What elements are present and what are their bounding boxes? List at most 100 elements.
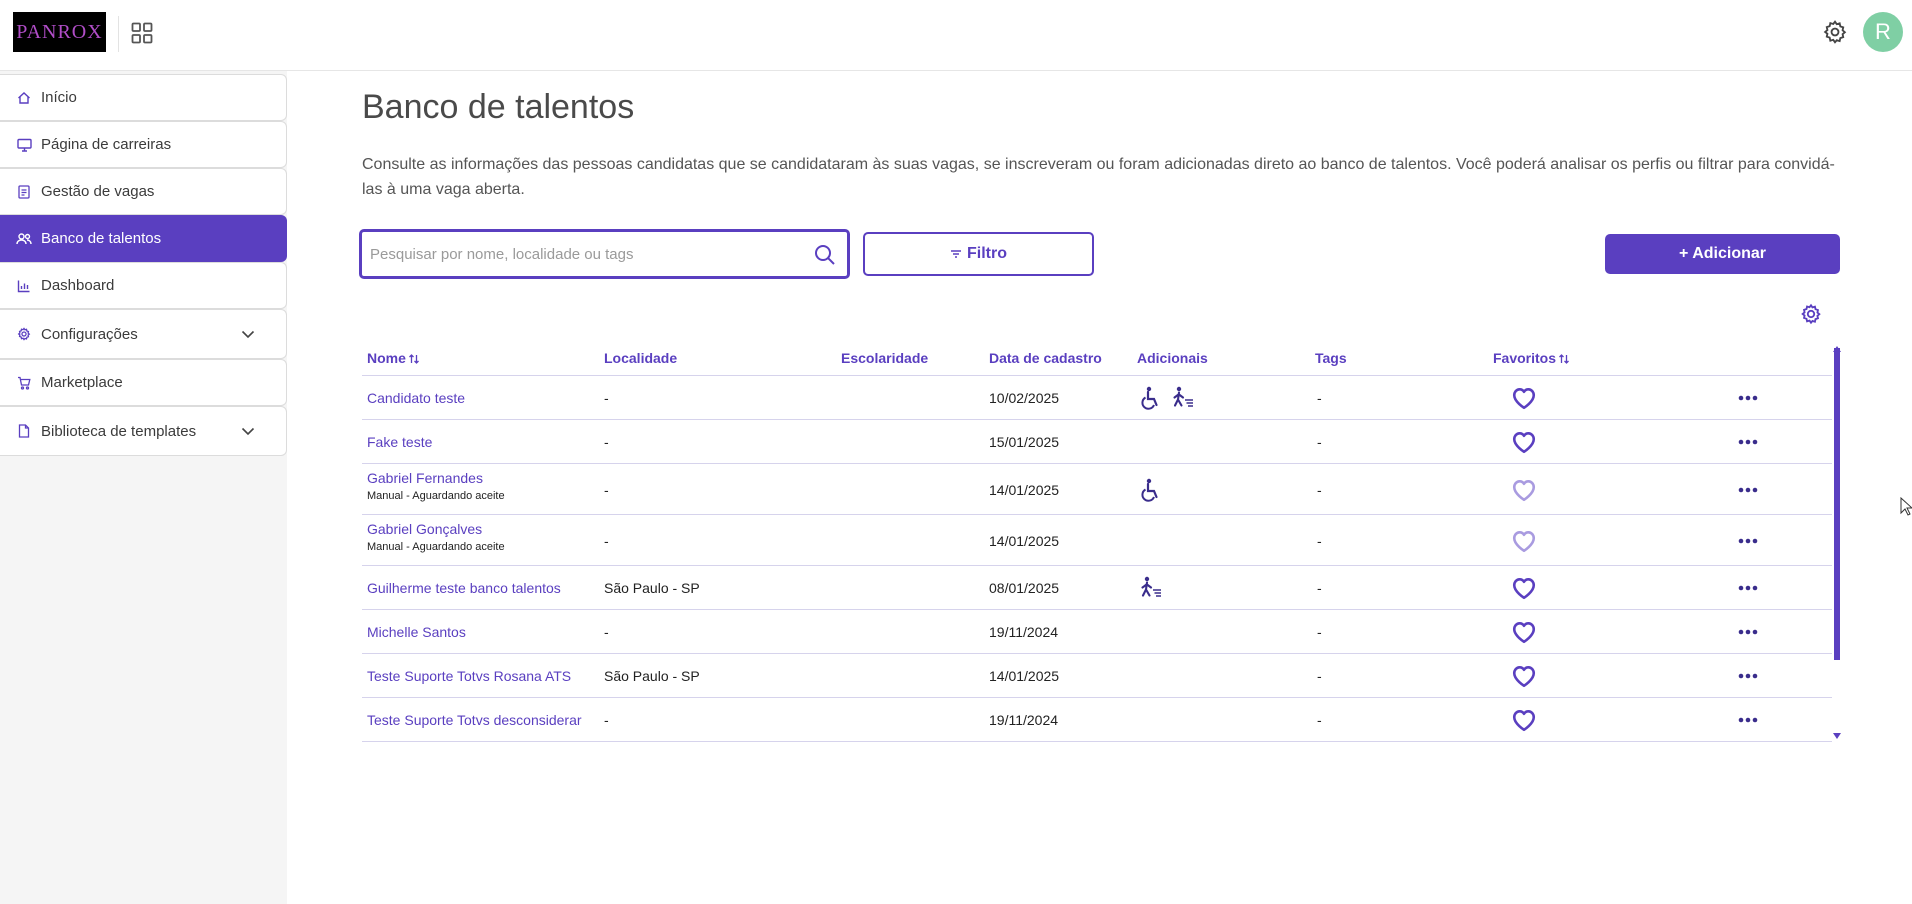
favorite-heart-icon[interactable] — [1511, 576, 1537, 600]
table-row[interactable]: Gabriel Fernandes Manual - Aguardando ace… — [362, 464, 1832, 515]
sidebar-item-banco-de-talentos[interactable]: Banco de talentos — [0, 215, 287, 262]
tags-cell: - — [1317, 712, 1322, 728]
top-bar: PANROX R — [0, 0, 1912, 71]
location-cell: - — [604, 434, 609, 450]
name-cell: Candidato teste — [367, 390, 465, 406]
sidebar-item-biblioteca-de-templates[interactable]: Biblioteca de templates — [0, 406, 287, 456]
filter-button[interactable]: Filtro — [863, 232, 1094, 276]
table-row[interactable]: Teste Suporte Totvs Rosana ATS São Paulo … — [362, 654, 1832, 698]
name-cell: Gabriel Fernandes Manual - Aguardando ace… — [367, 470, 505, 502]
candidate-name-link[interactable]: Teste Suporte Totvs Rosana ATS — [367, 668, 571, 684]
sidebar-item-label: Dashboard — [41, 277, 115, 294]
more-options-icon[interactable] — [1738, 629, 1758, 635]
favorite-heart-icon[interactable] — [1511, 620, 1537, 644]
favorite-heart-icon[interactable] — [1511, 708, 1537, 732]
sidebar-item-inicio[interactable]: Início — [0, 74, 287, 121]
settings-gear-icon[interactable] — [1822, 19, 1848, 45]
table-row[interactable]: Michelle Santos - 19/11/2024 - — [362, 610, 1832, 654]
table-row[interactable]: Guilherme teste banco talentos São Paulo … — [362, 566, 1832, 610]
gear-icon — [16, 326, 32, 342]
favorite-heart-icon[interactable] — [1511, 529, 1537, 553]
tags-cell: - — [1317, 532, 1322, 549]
date-cell: 08/01/2025 — [989, 580, 1060, 596]
candidate-status-text: Manual - Aguardando aceite — [367, 541, 505, 553]
tags-cell: - — [1317, 668, 1322, 684]
table-row[interactable]: Candidato teste - 10/02/2025 - — [362, 376, 1832, 420]
chevron-down-icon[interactable] — [240, 423, 256, 439]
sidebar-item-label: Biblioteca de templates — [41, 422, 197, 440]
sidebar-item-label: Página de carreiras — [41, 136, 172, 153]
add-candidate-button[interactable]: + Adicionar — [1605, 234, 1840, 274]
column-header-favoritos[interactable]: Favoritos — [1493, 350, 1570, 366]
column-header-nome[interactable]: Nome — [367, 350, 420, 366]
chevron-down-icon[interactable] — [240, 326, 256, 342]
column-header-label: Nome — [367, 350, 406, 366]
candidate-name-link[interactable]: Teste Suporte Totvs desconsiderar — [367, 712, 582, 728]
user-avatar[interactable]: R — [1863, 12, 1903, 52]
date-cell: 19/11/2024 — [989, 624, 1059, 640]
sidebar-item-configuracoes[interactable]: Configurações — [0, 309, 287, 359]
column-header-data-cadastro: Data de cadastro — [989, 350, 1102, 366]
walking-cane-icon — [1173, 386, 1193, 407]
search-input[interactable] — [370, 232, 810, 276]
document-icon — [16, 184, 32, 200]
date-cell: 14/01/2025 — [989, 532, 1060, 549]
more-options-icon[interactable] — [1738, 487, 1758, 493]
table-row[interactable]: Teste Suporte Totvs desconsiderar - 19/11/… — [362, 698, 1832, 742]
walking-cane-icon — [1141, 576, 1161, 597]
column-header-escolaridade: Escolaridade — [841, 350, 929, 366]
people-icon — [16, 231, 32, 247]
sidebar-item-label: Configurações — [41, 325, 138, 343]
favorite-heart-icon[interactable] — [1511, 664, 1537, 688]
date-cell: 19/11/2024 — [989, 712, 1059, 728]
more-options-icon[interactable] — [1738, 439, 1758, 445]
more-options-icon[interactable] — [1738, 538, 1758, 544]
sidebar-item-dashboard[interactable]: Dashboard — [0, 262, 287, 309]
page-description: Consulte as informações das pessoas cand… — [362, 156, 1835, 198]
column-header-adicionais: Adicionais — [1137, 350, 1208, 366]
date-cell: 10/02/2025 — [989, 390, 1060, 406]
candidate-name-link[interactable]: Gabriel Fernandes — [367, 470, 505, 486]
apps-grid-icon[interactable] — [131, 22, 153, 44]
column-header-label: Favoritos — [1493, 350, 1557, 366]
more-options-icon[interactable] — [1738, 395, 1758, 401]
more-options-icon[interactable] — [1738, 717, 1758, 723]
more-options-icon[interactable] — [1738, 673, 1758, 679]
sidebar-item-marketplace[interactable]: Marketplace — [0, 359, 287, 406]
more-options-icon[interactable] — [1738, 585, 1758, 591]
page-title: Banco de talentos — [362, 88, 635, 126]
table-settings-gear-icon[interactable] — [1800, 303, 1822, 325]
scroll-up-arrow-icon[interactable] — [1833, 346, 1841, 352]
candidate-name-link[interactable]: Candidato teste — [367, 390, 465, 406]
location-cell: - — [604, 624, 609, 640]
table-row[interactable]: Fake teste - 15/01/2025 - — [362, 420, 1832, 464]
monitor-icon — [16, 137, 32, 153]
favorite-heart-icon[interactable] — [1511, 478, 1537, 502]
candidate-name-link[interactable]: Gabriel Gonçalves — [367, 521, 505, 537]
scroll-down-arrow-icon[interactable] — [1833, 733, 1841, 739]
cart-icon — [16, 375, 32, 391]
sidebar-item-gestao-de-vagas[interactable]: Gestão de vagas — [0, 168, 287, 215]
candidate-name-link[interactable]: Guilherme teste banco talentos — [367, 580, 561, 596]
sort-arrows-icon[interactable] — [408, 353, 420, 365]
sort-arrows-icon[interactable] — [1558, 353, 1570, 365]
favorite-heart-icon[interactable] — [1511, 386, 1537, 410]
search-icon[interactable] — [813, 243, 837, 267]
sidebar-item-pagina-de-carreiras[interactable]: Página de carreiras — [0, 121, 287, 168]
wheelchair-icon — [1141, 386, 1158, 410]
table-row[interactable]: Gabriel Gonçalves Manual - Aguardando ace… — [362, 515, 1832, 566]
candidate-name-link[interactable]: Fake teste — [367, 434, 432, 450]
name-cell: Michelle Santos — [367, 624, 466, 640]
location-cell: São Paulo - SP — [604, 668, 700, 684]
location-cell: - — [604, 390, 609, 406]
tags-cell: - — [1317, 481, 1322, 498]
name-cell: Teste Suporte Totvs Rosana ATS — [367, 668, 571, 684]
search-field[interactable] — [359, 229, 850, 279]
sidebar: Início Página de carreiras Gestão de vag… — [0, 71, 287, 904]
name-cell: Fake teste — [367, 434, 432, 450]
table-scrollbar[interactable] — [1834, 348, 1840, 660]
panrox-logo[interactable]: PANROX — [13, 12, 106, 52]
favorite-heart-icon[interactable] — [1511, 430, 1537, 454]
candidate-name-link[interactable]: Michelle Santos — [367, 624, 466, 640]
date-cell: 14/01/2025 — [989, 668, 1060, 684]
